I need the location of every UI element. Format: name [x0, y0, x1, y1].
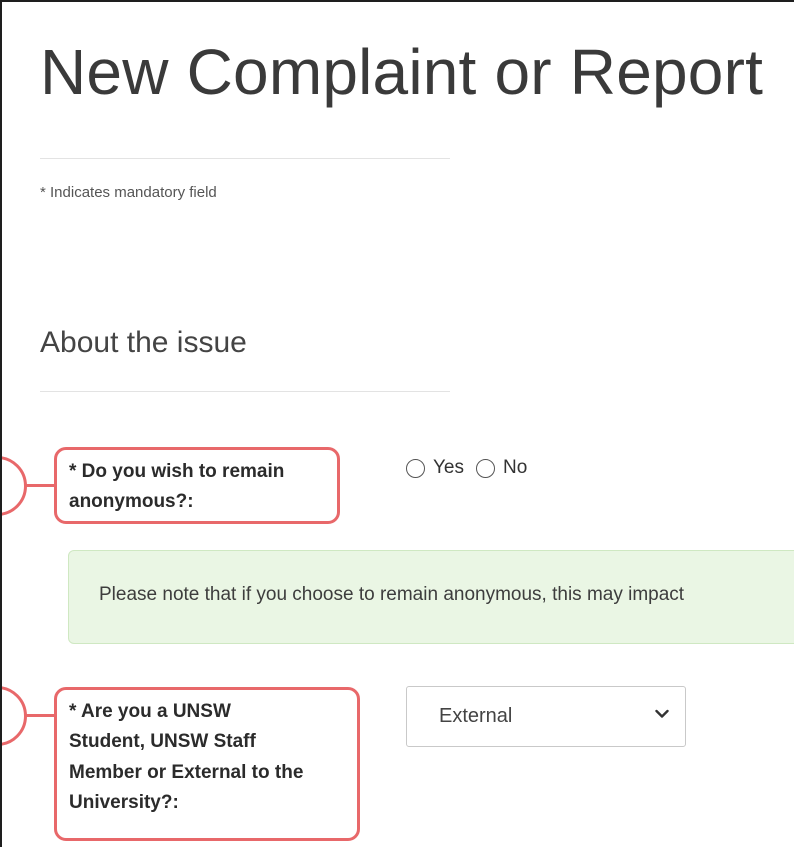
radio-no-circle[interactable] [476, 458, 495, 478]
annotation-connector-1 [24, 484, 56, 487]
page-title: New Complaint or Report [40, 36, 764, 108]
annotation-bubble-1 [2, 456, 27, 516]
affiliation-question-line2: Student, UNSW Staff [69, 731, 256, 753]
annotation-bubble-2 [2, 686, 27, 746]
anonymous-question-line2: anonymous?: [69, 491, 194, 513]
affiliation-question-line1: * Are you a UNSW [69, 701, 231, 722]
affiliation-select[interactable]: External [406, 686, 686, 747]
affiliation-question-line3: Member or External to the [69, 761, 304, 783]
anonymous-radio-group: Yes No [406, 457, 539, 479]
section-title: About the issue [40, 326, 247, 359]
anonymity-notice: Please note that if you choose to remain… [68, 550, 794, 644]
anonymity-notice-text: Please note that if you choose to remain… [99, 584, 685, 605]
screenshot-frame: New Complaint or Report * Indicates mand… [0, 0, 794, 847]
mandatory-field-note: * Indicates mandatory field [40, 184, 217, 201]
title-divider [40, 158, 450, 159]
section-divider [40, 391, 450, 392]
chevron-down-icon [655, 709, 669, 718]
affiliation-select-value: External [439, 705, 513, 727]
radio-yes[interactable]: Yes [406, 457, 464, 479]
annotation-connector-2 [24, 714, 56, 717]
affiliation-question-line4: University?: [69, 792, 179, 814]
anonymous-question-label: * Do you wish to remain anonymous?: [54, 447, 340, 524]
radio-yes-label: Yes [433, 457, 464, 478]
affiliation-question-label: * Are you a UNSW Student, UNSW Staff Mem… [54, 687, 360, 841]
radio-yes-circle[interactable] [406, 458, 425, 478]
anonymous-question-line1: * Do you wish to remain [69, 461, 285, 482]
radio-no-label: No [503, 457, 528, 478]
radio-no[interactable]: No [476, 457, 527, 479]
